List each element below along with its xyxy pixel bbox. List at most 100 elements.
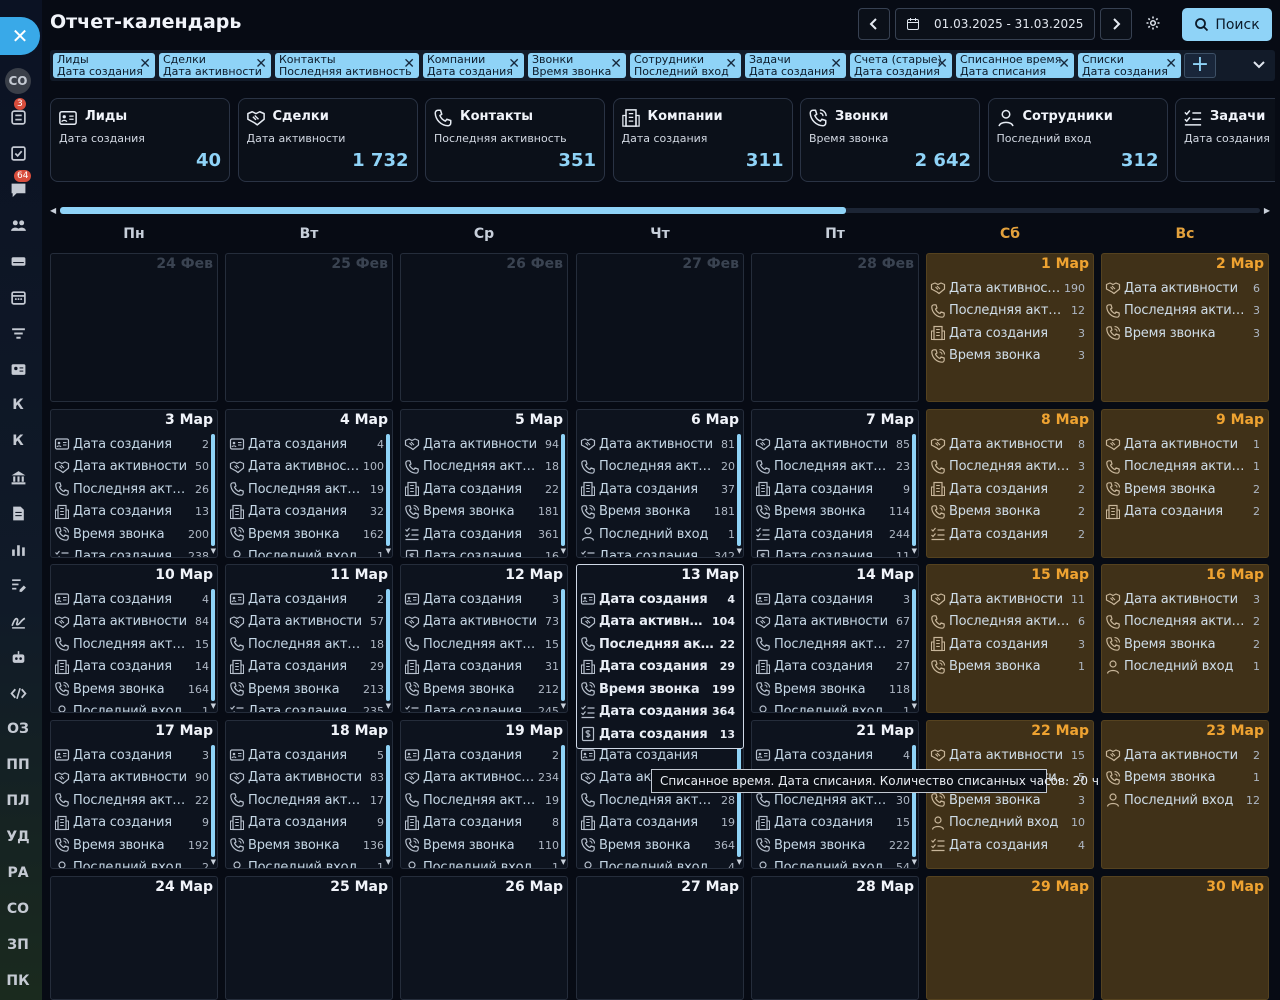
calendar-day-cell[interactable]: 12 Мар Дата создания 3 Дата активности 73 Пос… bbox=[400, 564, 568, 713]
metric-row[interactable]: Время звонка 200 bbox=[54, 524, 209, 544]
summary-card[interactable]: Контакты Последняя активность 351 bbox=[425, 98, 605, 182]
calendar-day-cell[interactable]: 18 Мар Дата создания 5 Дата активности 83 Пос… bbox=[225, 720, 393, 869]
metric-row[interactable]: Дата активности 15 bbox=[930, 745, 1085, 765]
cell-scrollbar[interactable] bbox=[211, 434, 215, 546]
metric-row[interactable]: Время звонка 181 bbox=[404, 502, 559, 522]
metric-row[interactable]: Последний вход 54 bbox=[755, 858, 910, 868]
metric-row[interactable]: Дата создания 2 bbox=[404, 745, 559, 765]
expand-filters-button[interactable] bbox=[1251, 56, 1267, 72]
metric-row[interactable]: Дата создания 238 bbox=[54, 547, 209, 557]
metric-row[interactable]: Последний вход 1 bbox=[404, 858, 559, 868]
calendar-day-cell[interactable]: 9 Мар Дата активности 1 Последняя активн...… bbox=[1101, 409, 1269, 558]
sidebar-item-signature[interactable] bbox=[0, 608, 36, 634]
metric-row[interactable]: Последняя акти... 23 bbox=[755, 457, 910, 477]
scroll-left-arrow[interactable]: ◀ bbox=[50, 206, 56, 215]
calendar-day-cell[interactable]: 25 Фев bbox=[225, 253, 393, 402]
metric-row[interactable]: Дата создания 2 bbox=[930, 524, 1085, 544]
calendar-day-cell[interactable]: 28 Фев bbox=[751, 253, 919, 402]
cell-scrollbar[interactable] bbox=[386, 745, 390, 857]
metric-row[interactable]: Дата создания 342 bbox=[580, 547, 735, 557]
metric-row[interactable]: Время звонка 3 bbox=[930, 346, 1085, 366]
metric-row[interactable]: Последняя акти... 17 bbox=[229, 790, 384, 810]
sidebar-item-text[interactable]: К bbox=[0, 428, 36, 454]
calendar-day-cell[interactable]: 2 Мар Дата активности 6 Последняя активн...… bbox=[1101, 253, 1269, 402]
close-icon[interactable]: ✕ bbox=[0, 17, 40, 55]
metric-row[interactable]: Время звонка 212 bbox=[404, 679, 559, 699]
cell-scrollbar[interactable] bbox=[912, 589, 916, 701]
metric-row[interactable]: Дата создания 16 bbox=[404, 547, 559, 557]
metric-row[interactable]: Дата создания 5 bbox=[229, 745, 384, 765]
metric-row[interactable]: Дата активности 84 bbox=[54, 612, 209, 632]
metric-row[interactable]: Последняя акти... 15 bbox=[404, 634, 559, 654]
calendar-day-cell[interactable]: 26 Фев bbox=[400, 253, 568, 402]
summary-card[interactable]: Сотрудники Последний вход 312 bbox=[987, 98, 1168, 182]
calendar-day-cell[interactable]: 17 Мар Дата создания 3 Дата активности 90 Пос… bbox=[50, 720, 218, 869]
metric-row[interactable]: Дата создания 11 bbox=[755, 547, 910, 557]
metric-row[interactable]: Последний вход 1 bbox=[229, 547, 384, 557]
metric-row[interactable]: Дата создания 4 bbox=[229, 434, 384, 454]
metric-row[interactable]: Дата создания 32 bbox=[229, 502, 384, 522]
metric-row[interactable]: Дата создания 31 bbox=[404, 657, 559, 677]
scroll-down-arrow[interactable]: ▼ bbox=[386, 858, 391, 866]
cell-scrollbar[interactable] bbox=[561, 434, 565, 546]
cell-scrollbar[interactable] bbox=[737, 745, 741, 857]
metric-row[interactable]: Время звонка 136 bbox=[229, 835, 384, 855]
metric-row[interactable]: Последний вход 2 bbox=[54, 858, 209, 868]
metric-row[interactable]: Последний вход 12 bbox=[1105, 790, 1260, 810]
calendar-day-cell[interactable]: 15 Мар Дата активности 11 Последняя активн.… bbox=[926, 564, 1094, 713]
sidebar-item-text[interactable]: РА bbox=[0, 860, 36, 886]
metric-row[interactable]: Дата активности 11 bbox=[930, 589, 1085, 609]
metric-row[interactable]: Дата активности 3 bbox=[1105, 589, 1260, 609]
filter-chip[interactable]: Звонки Время звонка ✕ bbox=[528, 53, 626, 78]
metric-row[interactable]: Дата создания 13 bbox=[54, 502, 209, 522]
sidebar-item-chat[interactable]: 64 bbox=[0, 170, 36, 202]
scrollbar-thumb[interactable] bbox=[60, 207, 846, 214]
scroll-down-arrow[interactable]: ▼ bbox=[561, 547, 566, 555]
metric-row[interactable]: Дата создания 3 bbox=[930, 323, 1085, 343]
metric-row[interactable]: Дата активности 83 bbox=[229, 768, 384, 788]
metric-row[interactable]: Последняя акти... 20 bbox=[580, 457, 735, 477]
metric-row[interactable]: Дата активности 57 bbox=[229, 612, 384, 632]
metric-row[interactable]: Последний вход 10 bbox=[930, 813, 1085, 833]
metric-row[interactable]: Дата активности 73 bbox=[404, 612, 559, 632]
metric-row[interactable]: Последняя акти... 26 bbox=[54, 479, 209, 499]
metric-row[interactable]: Дата создания 27 bbox=[755, 657, 910, 677]
scroll-down-arrow[interactable]: ▼ bbox=[912, 547, 917, 555]
metric-row[interactable]: Последняя активн... 3 bbox=[930, 457, 1085, 477]
scroll-down-arrow[interactable]: ▼ bbox=[561, 702, 566, 710]
metric-row[interactable]: Последняя активн... 2 bbox=[1105, 612, 1260, 632]
user-avatar[interactable]: СО bbox=[0, 68, 36, 94]
metric-row[interactable]: Время звонка 2 bbox=[1105, 479, 1260, 499]
metric-row[interactable]: Дата активности104 bbox=[580, 612, 735, 632]
metric-row[interactable]: Последняя активн... 1 bbox=[1105, 457, 1260, 477]
calendar-day-cell[interactable]: 14 Мар Дата создания 3 Дата активности 67 Пос… bbox=[751, 564, 919, 713]
sidebar-item-analytics[interactable] bbox=[0, 536, 36, 562]
metric-row[interactable]: Дата активности 81 bbox=[580, 434, 735, 454]
metric-row[interactable]: Последний вход 4 bbox=[580, 858, 735, 868]
calendar-day-cell[interactable]: 24 Фев bbox=[50, 253, 218, 402]
remove-filter-icon[interactable]: ✕ bbox=[936, 57, 948, 71]
scroll-down-arrow[interactable]: ▼ bbox=[737, 858, 742, 866]
metric-row[interactable]: Дата создания 3 bbox=[54, 745, 209, 765]
sidebar-item-text[interactable]: ПК bbox=[0, 968, 36, 994]
metric-row[interactable]: Дата создания 2 bbox=[54, 434, 209, 454]
metric-row[interactable]: Дата создания 244 bbox=[755, 524, 910, 544]
filter-chip[interactable]: Задачи Дата создания ✕ bbox=[745, 53, 846, 78]
metric-row[interactable]: Дата создания 2 bbox=[229, 589, 384, 609]
calendar-day-cell[interactable]: 16 Мар Дата активности 3 Последняя активн..… bbox=[1101, 564, 1269, 713]
sidebar-item-edit-list[interactable] bbox=[0, 572, 36, 598]
metric-row[interactable]: Время звонка 1 bbox=[930, 657, 1085, 677]
metric-row[interactable]: Дата создания 29 bbox=[580, 657, 735, 677]
calendar-day-cell[interactable]: 30 Мар bbox=[1101, 876, 1269, 1000]
metric-row[interactable]: Дата создания 19 bbox=[580, 813, 735, 833]
sidebar-item-drive[interactable] bbox=[0, 248, 36, 274]
search-button[interactable]: Поиск bbox=[1182, 8, 1272, 41]
sidebar-item-text[interactable]: ЗП bbox=[0, 932, 36, 958]
sidebar-item-calendar[interactable] bbox=[0, 284, 36, 310]
metric-row[interactable]: Дата создания 15 bbox=[755, 813, 910, 833]
metric-row[interactable]: Дата активности 2 bbox=[1105, 745, 1260, 765]
metric-row[interactable]: Последняя акти... 18 bbox=[404, 457, 559, 477]
metric-row[interactable]: Дата активности 67 bbox=[755, 612, 910, 632]
filter-chip[interactable]: Лиды Дата создания ✕ bbox=[53, 53, 155, 78]
scroll-right-arrow[interactable]: ▶ bbox=[1264, 206, 1270, 215]
